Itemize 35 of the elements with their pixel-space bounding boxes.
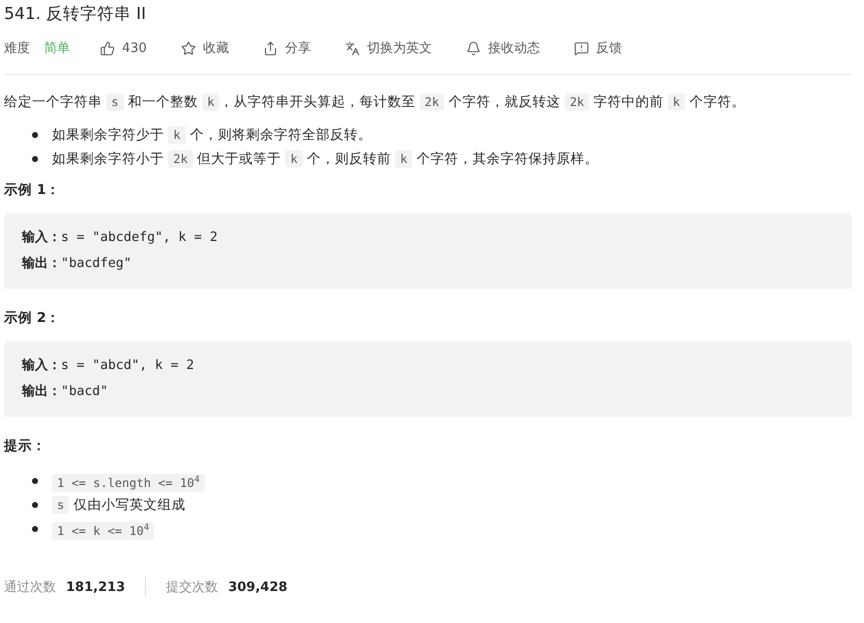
example-line: 输入：s = "abcd", k = 2 bbox=[22, 356, 196, 375]
stat-value: 309,428 bbox=[228, 580, 288, 594]
difficulty-label: 难度 bbox=[4, 40, 30, 57]
stat-label: 通过次数 bbox=[4, 579, 56, 596]
rule-item: 如果剩余字符小于 2k 但大于或等于 k 个，则反转前 k 个字符，其余字符保持原样。 bbox=[52, 149, 599, 170]
bullet-icon bbox=[32, 132, 38, 138]
description-text: 给定一个字符串 s 和一个整数 k ，从字符串开头算起，每计数至 2k 个字符，就反转这 2k 字符中的前 k 个字符。 bbox=[4, 92, 746, 113]
share-button[interactable]: 分享 bbox=[262, 39, 311, 57]
thumbs-up-icon bbox=[100, 40, 115, 56]
feedback-button[interactable]: 反馈 bbox=[574, 39, 622, 57]
bullet-icon bbox=[32, 156, 38, 162]
translate-icon bbox=[344, 40, 360, 56]
bullet-icon bbox=[32, 502, 38, 508]
like-button[interactable]: 430 bbox=[100, 40, 147, 56]
example-line: 输入：s = "abcdefg", k = 2 bbox=[22, 228, 219, 247]
example-heading: 示例 1： bbox=[4, 181, 62, 199]
rule-item: 如果剩余字符少于 k 个，则将剩余字符全部反转。 bbox=[52, 125, 372, 146]
bell-button[interactable]: 接收动态 bbox=[466, 39, 540, 57]
message-icon bbox=[574, 40, 589, 56]
translate-button[interactable]: 切换为英文 bbox=[344, 39, 432, 57]
example-line: 输出："bacdfeg" bbox=[22, 255, 132, 273]
example-line: 输出："bacd" bbox=[22, 383, 109, 401]
stat-label: 提交次数 bbox=[166, 579, 218, 596]
hints-heading: 提示： bbox=[4, 437, 47, 455]
bullet-icon bbox=[32, 526, 38, 532]
constraint-item: s 仅由小写英文组成 bbox=[52, 493, 186, 517]
difficulty-value: 简单 bbox=[44, 40, 70, 57]
share-icon bbox=[262, 40, 278, 56]
example-heading: 示例 2： bbox=[4, 309, 62, 327]
bell-icon bbox=[466, 40, 481, 56]
star-button[interactable]: 收藏 bbox=[180, 39, 229, 57]
problem-title: 541. 反转字符串 II bbox=[4, 3, 147, 25]
stat-value: 181,213 bbox=[66, 580, 126, 594]
bullet-icon bbox=[32, 478, 38, 484]
star-icon bbox=[180, 40, 196, 56]
